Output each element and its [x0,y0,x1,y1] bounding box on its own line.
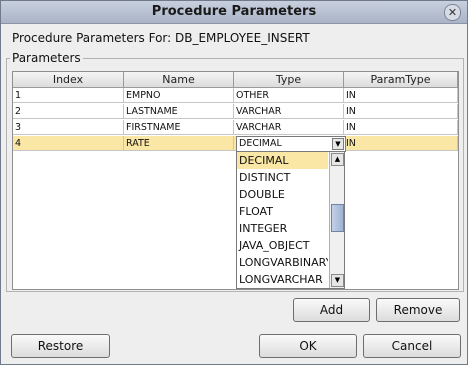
scroll-down-icon[interactable]: ▼ [331,274,344,287]
cell-type[interactable]: VARCHAR [234,104,344,119]
parameters-group-label: Parameters [10,51,83,65]
cell-index: 2 [13,104,124,119]
dialog-title: Procedure Parameters [151,4,317,19]
scroll-up-icon[interactable]: ▲ [331,153,344,166]
cancel-button[interactable]: Cancel [363,334,461,358]
dropdown-option-longvarchar[interactable]: LONGVARCHAR [237,271,328,288]
cell-name: LASTNAME [124,104,234,119]
dropdown-option-longvarbinary[interactable]: LONGVARBINARY [237,254,328,271]
cell-name: EMPNO [124,88,234,103]
dropdown-option-decimal[interactable]: DECIMAL [237,152,328,169]
close-icon[interactable]: ✕ [444,4,461,21]
dropdown-option-float[interactable]: FLOAT [237,203,328,220]
cell-paramtype[interactable]: IN [344,136,458,151]
column-header-index[interactable]: Index [13,72,124,88]
column-header-name[interactable]: Name [124,72,234,88]
table-row[interactable]: 2 LASTNAME VARCHAR IN [13,104,458,120]
table-row[interactable]: 1 EMPNO OTHER IN [13,88,458,104]
cell-index: 4 [13,136,124,151]
dropdown-option-integer[interactable]: INTEGER [237,220,328,237]
cell-name: FIRSTNAME [124,120,234,135]
table-header: Index Name Type ParamType [13,72,458,88]
add-button[interactable]: Add [293,298,370,322]
cell-paramtype[interactable]: IN [344,120,458,135]
restore-button[interactable]: Restore [11,334,110,358]
dropdown-scrollbar[interactable]: ▲ ▼ [329,152,344,288]
procedure-parameters-dialog: Procedure Parameters ✕ Procedure Paramet… [0,0,468,365]
procedure-name-label: Procedure Parameters For: DB_EMPLOYEE_IN… [12,31,310,45]
cell-type[interactable]: OTHER [234,88,344,103]
type-combo-value: DECIMAL [239,138,282,149]
remove-button[interactable]: Remove [376,298,460,322]
cell-name: RATE [124,136,234,151]
title-bar[interactable]: Procedure Parameters ✕ [1,1,467,24]
column-header-type[interactable]: Type [234,72,344,88]
scroll-thumb[interactable] [331,204,344,232]
chevron-down-icon[interactable]: ▼ [332,138,344,150]
cell-type[interactable]: VARCHAR [234,120,344,135]
dropdown-option-distinct[interactable]: DISTINCT [237,169,328,186]
column-header-paramtype[interactable]: ParamType [344,72,458,88]
type-combo-box[interactable]: DECIMAL ▼ [236,136,346,152]
type-dropdown-list[interactable]: DECIMAL DISTINCT DOUBLE FLOAT INTEGER JA… [236,151,345,289]
cell-paramtype[interactable]: IN [344,104,458,119]
cell-index: 3 [13,120,124,135]
cell-paramtype[interactable]: IN [344,88,458,103]
dropdown-option-java-object[interactable]: JAVA_OBJECT [237,237,328,254]
dropdown-option-double[interactable]: DOUBLE [237,186,328,203]
table-row[interactable]: 3 FIRSTNAME VARCHAR IN [13,120,458,136]
ok-button[interactable]: OK [259,334,357,358]
cell-index: 1 [13,88,124,103]
